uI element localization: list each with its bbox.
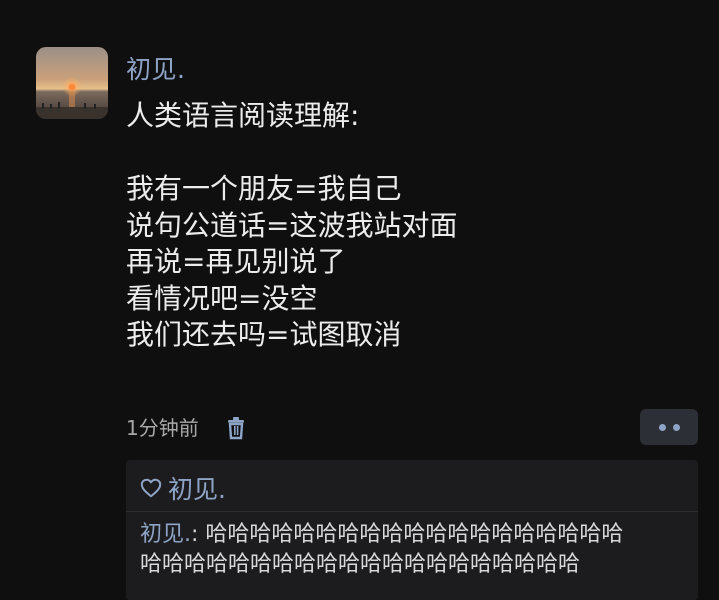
avatar-sunset-image [36,47,108,119]
content-line: 我们还去吗=试图取消 [126,318,402,351]
post-time: 1分钟前 [126,416,199,440]
content-line: 人类语言阅读理解: [126,99,360,132]
content-line: 再说=再见别说了 [126,245,346,278]
content-line: 我有一个朋友=我自己 [126,172,402,205]
author-name[interactable]: 初见. [126,54,185,86]
heart-icon [140,477,162,499]
comment-text: 哈哈哈哈哈哈哈哈哈哈哈哈哈哈哈哈哈哈哈 [205,522,624,547]
like-user[interactable]: 初见. [168,470,226,506]
comment-line: 初见.: 哈哈哈哈哈哈哈哈哈哈哈哈哈哈哈哈哈哈哈 [140,520,688,550]
avatar[interactable] [36,47,108,119]
post-meta: 1分钟前 [126,412,247,444]
content-line: 看情况吧=没空 [126,281,318,315]
moment-post: 初见. 人类语言阅读理解: 我有一个朋友=我自己 说句公道话=这波我站对面 再说… [0,0,719,600]
more-button[interactable] [640,409,698,445]
interaction-panel: 初见. 初见.: 哈哈哈哈哈哈哈哈哈哈哈哈哈哈哈哈哈哈哈 哈哈哈哈哈哈哈哈哈哈哈… [126,460,698,600]
likes-row: 初见. [140,470,226,506]
trash-icon[interactable] [225,416,247,440]
post-content: 人类语言阅读理解: 我有一个朋友=我自己 说句公道话=这波我站对面 再说=再见别… [126,98,686,354]
comment-line: 哈哈哈哈哈哈哈哈哈哈哈哈哈哈哈哈哈哈哈哈 [140,552,581,577]
content-line: 说句公道话=这波我站对面 [126,208,458,242]
comment-separator: : [191,522,206,547]
more-dots-icon [658,423,666,431]
divider [126,511,698,512]
comment[interactable]: 初见.: 哈哈哈哈哈哈哈哈哈哈哈哈哈哈哈哈哈哈哈 哈哈哈哈哈哈哈哈哈哈哈哈哈哈哈… [140,520,688,580]
more-dots-icon [672,423,680,431]
content-line [126,135,686,172]
comment-author[interactable]: 初见. [140,522,191,547]
